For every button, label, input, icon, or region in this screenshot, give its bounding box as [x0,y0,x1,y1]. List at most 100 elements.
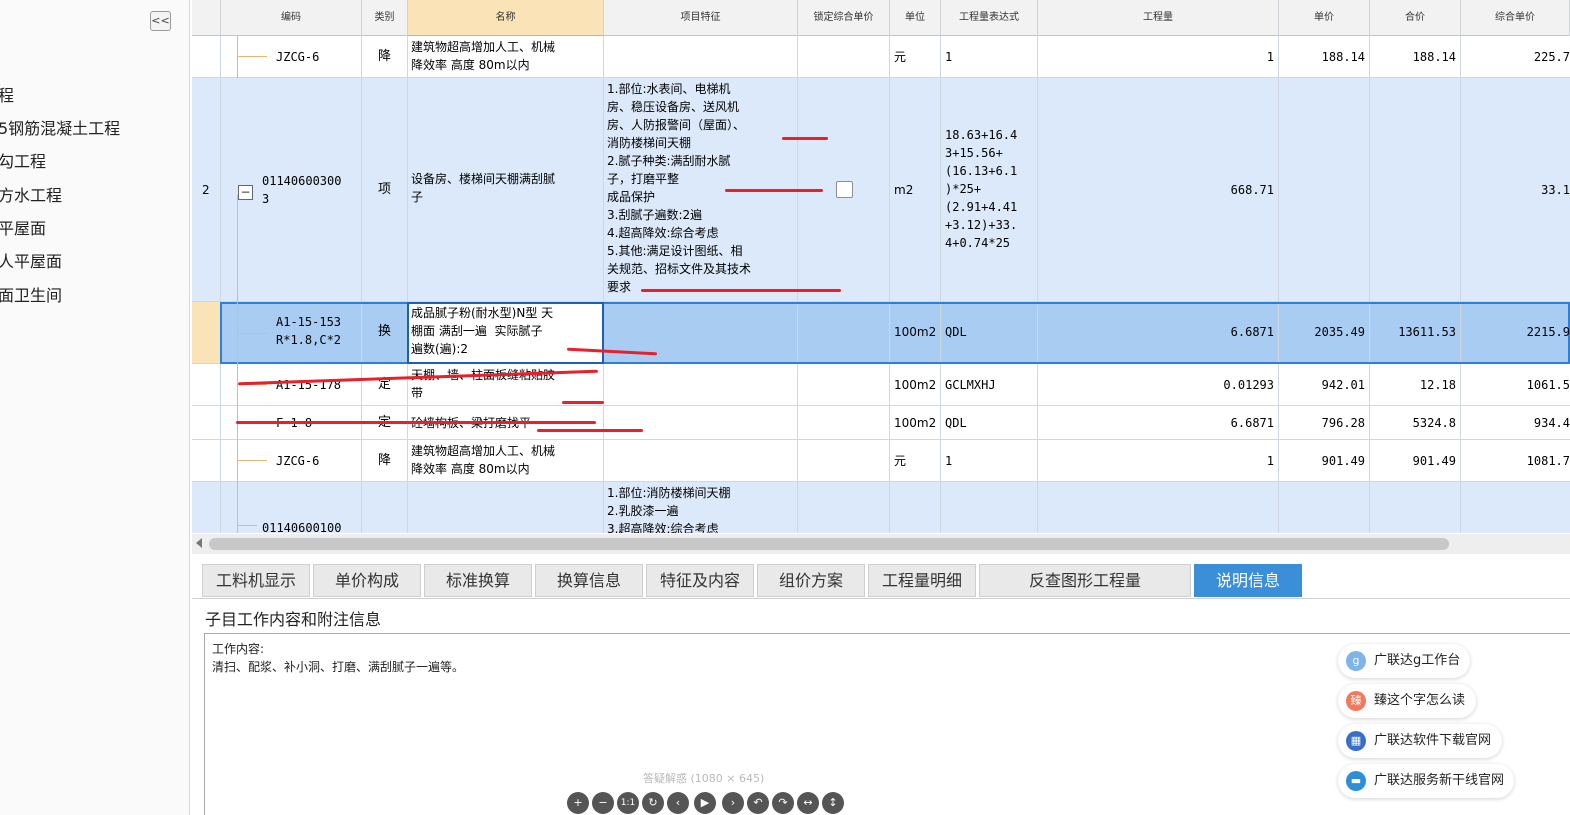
cell-unit[interactable]: 元 [894,452,906,470]
cell-total[interactable]: 5324.8 [1370,414,1456,432]
cell-code[interactable]: 01140600300 3 [262,172,341,208]
next-icon[interactable]: › [722,792,744,814]
cell-feature[interactable]: 1.部位:消防楼梯间天棚 2.乳胶漆一遍 3.超高降效:综合考虑 [607,484,731,533]
reset-icon[interactable]: ↻ [642,792,664,814]
tree-item[interactable]: 方水工程 [0,184,62,208]
cell-qty[interactable]: 0.01293 [1038,376,1274,394]
header-feature[interactable]: 项目特征 [604,0,798,36]
cell-unit[interactable]: 100m2 [894,414,936,432]
rotate-right-icon[interactable]: ↷ [772,792,794,814]
cell-comp-price[interactable]: 1061.5 [1461,376,1570,394]
tab-quantity-detail[interactable]: 工程量明细 [868,564,976,597]
row-selector[interactable] [192,302,221,364]
tree-item[interactable]: 勾工程 [0,150,46,174]
cell-comp-price[interactable]: 934.4 [1461,414,1570,432]
cell-code[interactable]: 01140600100 [262,519,341,533]
header-unit[interactable]: 单位 [890,0,941,36]
cell-total[interactable]: 188.14 [1370,48,1456,66]
prev-icon[interactable]: ‹ [667,792,689,814]
cell-qty[interactable]: 6.6871 [1038,414,1274,432]
tab-labor-material[interactable]: 工料机显示 [202,564,310,597]
tree-item[interactable]: 程 [0,84,14,108]
cell-code[interactable]: A1-15-153 R*1.8,C*2 [276,313,341,349]
collapse-panel-button[interactable]: << [150,11,171,31]
cell-type[interactable]: 换 [378,323,391,341]
header-price[interactable]: 单价 [1279,0,1370,36]
cell-qty[interactable]: 1 [1038,452,1274,470]
cell-expr[interactable]: GCLMXHJ [945,376,996,394]
tab-unit-price[interactable]: 单价构成 [313,564,421,597]
table-row[interactable] [192,482,1570,533]
cell-name[interactable]: 成品腻子粉(耐水型)N型 天 棚面 满刮一遍 实际腻子 遍数(遍):2 [411,304,553,358]
header-code[interactable]: 编码 [221,0,362,36]
cell-qty[interactable]: 6.6871 [1038,323,1274,341]
cell-unit[interactable]: m2 [894,181,913,199]
cell-qty[interactable]: 668.71 [1038,181,1274,199]
cell-expr[interactable]: QDL [945,323,967,341]
link-card[interactable]: 臻 臻这个字怎么读 [1338,684,1476,718]
cell-feature[interactable]: 1.部位:水表间、电梯机 房、稳压设备房、送风机 房、人防报警间（屋面）、 消防… [607,80,751,296]
header-expr[interactable]: 工程量表达式 [941,0,1038,36]
cell-unit[interactable]: 元 [894,48,906,66]
header-comp-price[interactable]: 综合单价 [1461,0,1570,36]
table-row[interactable] [192,78,1570,302]
cell-name[interactable]: 建筑物超高增加人工、机械 降效率 高度 80m以内 [411,38,555,74]
cell-price[interactable]: 942.01 [1279,376,1365,394]
tab-standard-conversion[interactable]: 标准换算 [424,564,532,597]
cell-expr[interactable]: 1 [945,48,952,66]
cell-total[interactable]: 901.49 [1370,452,1456,470]
horizontal-scrollbar[interactable] [192,534,1570,554]
tree-item[interactable]: 5钢筋混凝土工程 [0,117,120,141]
link-card[interactable]: g 广联达g工作台 [1338,644,1470,678]
zoom-out-icon[interactable]: − [592,792,614,814]
collapse-node-icon[interactable]: − [238,185,253,200]
flip-horizontal-icon[interactable]: ↔ [797,792,819,814]
tab-features[interactable]: 特征及内容 [646,564,754,597]
play-icon[interactable]: ▶ [694,792,716,814]
tab-pricing-scheme[interactable]: 组价方案 [757,564,865,597]
cell-code[interactable]: JZCG-6 [276,48,319,66]
tree-item[interactable]: 人平屋面 [0,250,62,274]
cell-type[interactable]: 降 [378,452,391,470]
cell-price[interactable]: 2035.49 [1279,323,1365,341]
cell-expr[interactable]: 1 [945,452,952,470]
cell-price[interactable]: 188.14 [1279,48,1365,66]
header-type[interactable]: 类别 [362,0,408,36]
header-qty[interactable]: 工程量 [1038,0,1279,36]
header-name[interactable]: 名称 [408,0,604,36]
link-card[interactable]: ▬ 广联达服务新干线官网 [1338,764,1514,798]
cell-price[interactable]: 796.28 [1279,414,1365,432]
cell-comp-price[interactable]: 2215.9 [1461,323,1570,341]
tab-conversion-info[interactable]: 换算信息 [535,564,643,597]
actual-size-icon[interactable]: 1:1 [617,792,639,814]
header-total[interactable]: 合价 [1370,0,1461,36]
cell-comp-price[interactable]: 1081.7 [1461,452,1570,470]
tab-reverse-lookup[interactable]: 反查图形工程量 [979,564,1191,597]
cell-name[interactable]: 建筑物超高增加人工、机械 降效率 高度 80m以内 [411,442,555,478]
cell-unit[interactable]: 100m2 [894,323,936,341]
scrollbar-thumb[interactable] [209,538,1449,550]
scroll-left-icon[interactable] [196,538,202,548]
cell-type[interactable]: 降 [378,48,391,66]
cell-type[interactable]: 项 [378,181,391,199]
cell-expr[interactable]: 18.63+16.4 3+15.56+ (16.13+6.1 )*25+ (2.… [945,126,1017,252]
cell-qty[interactable]: 1 [1038,48,1274,66]
header-lock-price[interactable]: 锁定综合单价 [798,0,890,36]
link-card[interactable]: ▦ 广联达软件下载官网 [1338,724,1502,758]
tree-item[interactable]: 平屋面 [0,217,46,241]
tab-description[interactable]: 说明信息 [1194,564,1302,597]
cell-unit[interactable]: 100m2 [894,376,936,394]
cell-total[interactable]: 12.18 [1370,376,1456,394]
cell-price[interactable]: 901.49 [1279,452,1365,470]
rotate-left-icon[interactable]: ↶ [747,792,769,814]
cell-expr[interactable]: QDL [945,414,967,432]
cell-total[interactable]: 13611.53 [1370,323,1456,341]
cell-comp-price[interactable]: 225.7 [1461,48,1570,66]
cell-code[interactable]: JZCG-6 [276,452,319,470]
lock-price-checkbox[interactable] [836,181,853,198]
cell-name[interactable]: 设备房、楼梯间天棚满刮腻 子 [411,170,555,206]
flip-vertical-icon[interactable]: ↕ [822,792,844,814]
tree-item[interactable]: 面卫生间 [0,284,62,308]
cell-comp-price[interactable]: 33.1 [1461,181,1570,199]
zoom-in-icon[interactable]: + [567,792,589,814]
